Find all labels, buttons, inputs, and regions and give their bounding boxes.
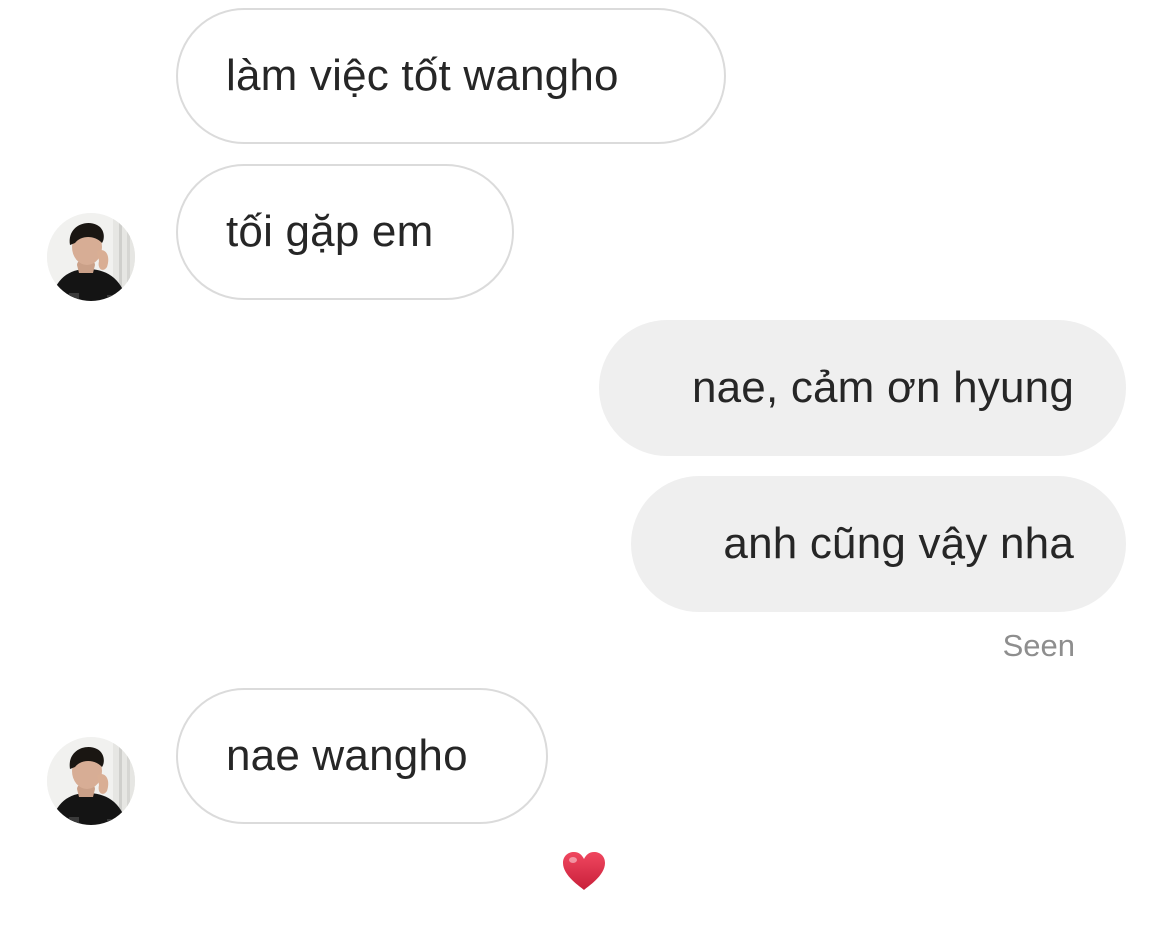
heart-reaction[interactable] (561, 850, 607, 892)
message-bubble-outgoing[interactable]: anh cũng vậy nha (631, 476, 1126, 612)
message-bubble-incoming[interactable]: làm việc tốt wangho (176, 8, 726, 144)
message-text: nae wangho (226, 731, 468, 780)
avatar-image (47, 737, 135, 825)
seen-status: Seen (1002, 628, 1075, 663)
message-text: làm việc tốt wangho (226, 51, 619, 100)
message-text: nae, cảm ơn hyung (691, 363, 1074, 412)
sender-avatar[interactable] (47, 213, 135, 301)
chat-thread: làm việc tốt wangho tối gặp em nae, cảm … (0, 0, 1170, 932)
sender-avatar[interactable] (47, 737, 135, 825)
message-bubble-incoming[interactable]: nae wangho (176, 688, 548, 824)
avatar-image (47, 213, 135, 301)
heart-icon (563, 852, 605, 890)
message-text: anh cũng vậy nha (723, 519, 1074, 568)
message-bubble-outgoing[interactable]: nae, cảm ơn hyung (599, 320, 1126, 456)
message-text: tối gặp em (226, 207, 434, 256)
message-bubble-incoming[interactable]: tối gặp em (176, 164, 514, 300)
